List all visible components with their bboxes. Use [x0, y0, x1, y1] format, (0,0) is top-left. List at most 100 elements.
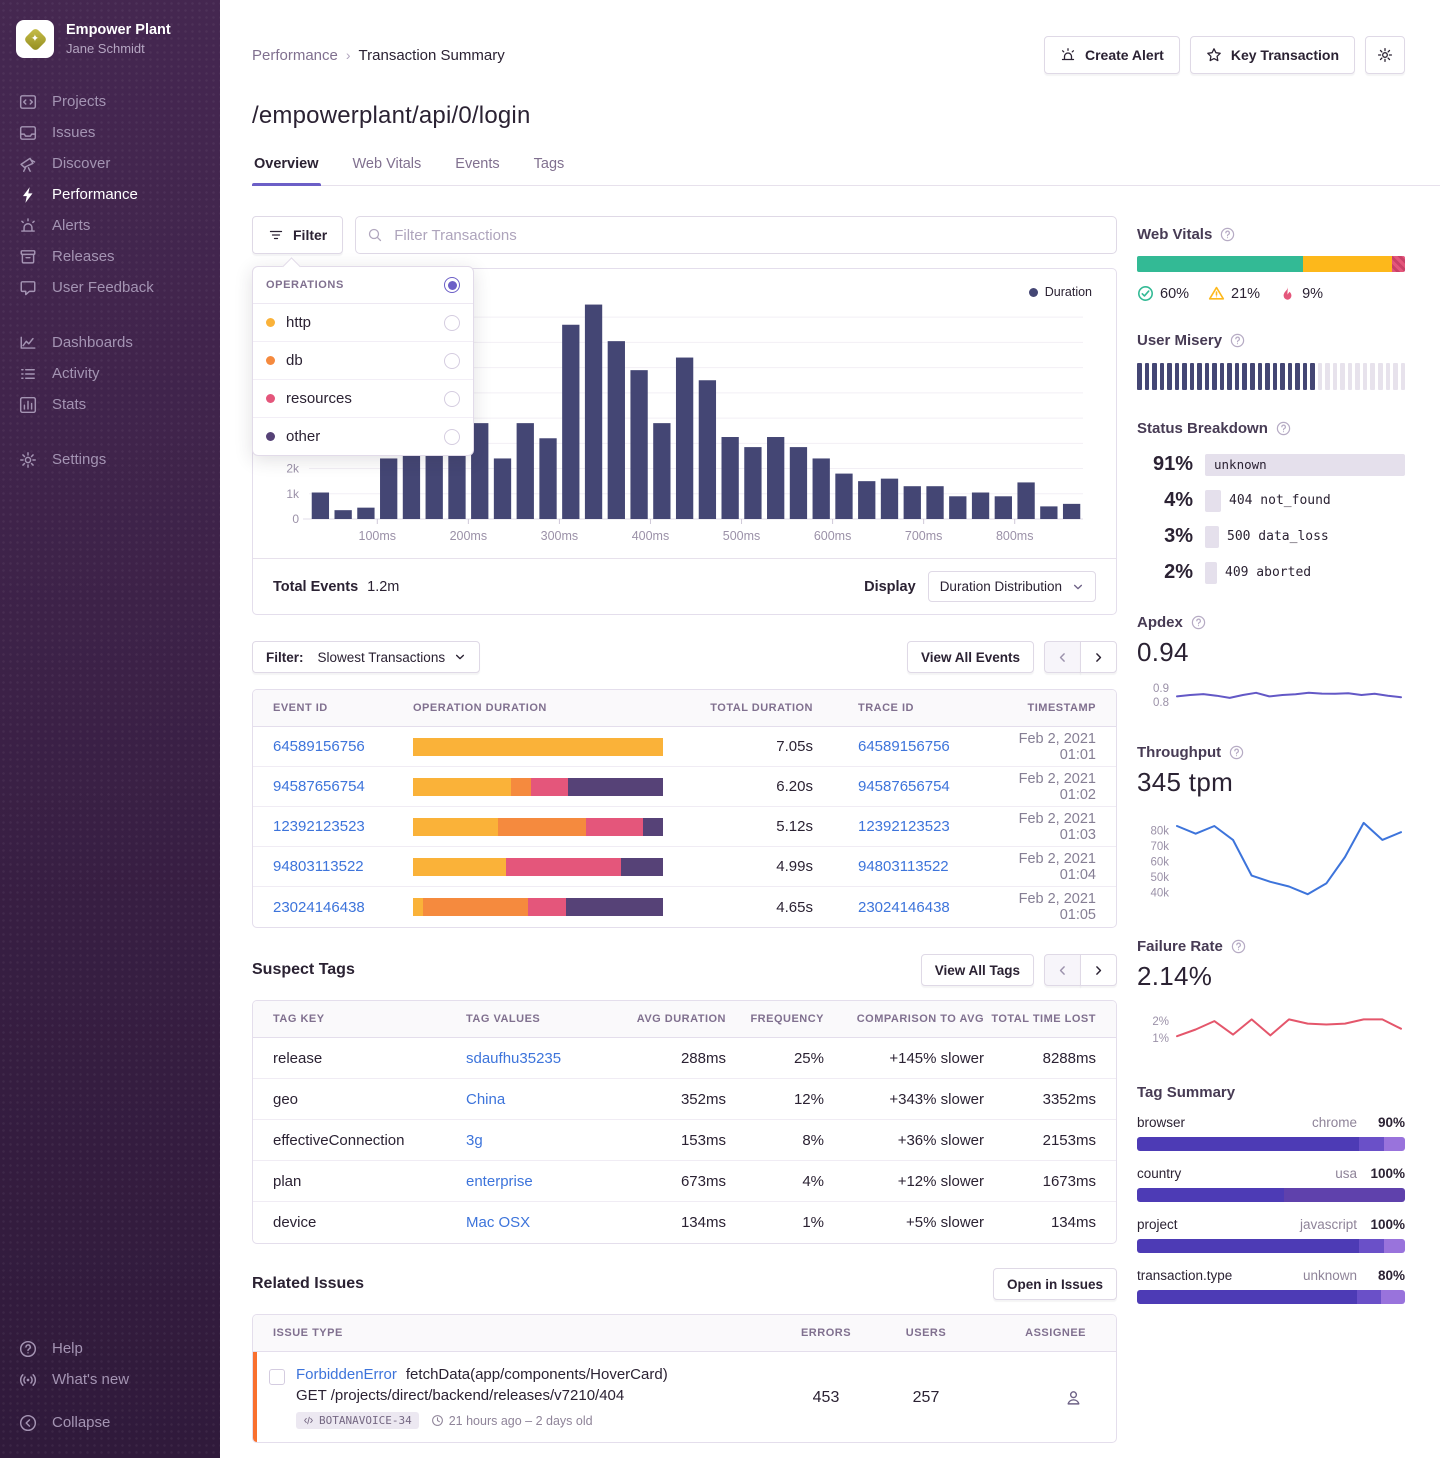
- tag-value-link[interactable]: enterprise: [466, 1173, 533, 1190]
- siren-icon: [1060, 47, 1076, 63]
- search-input[interactable]: [355, 216, 1117, 254]
- tag-value-link[interactable]: China: [466, 1091, 505, 1108]
- whats-new-icon: [19, 1371, 37, 1389]
- question-circle-icon[interactable]: [1191, 615, 1206, 630]
- question-circle-icon[interactable]: [1230, 333, 1245, 348]
- sidebar-item-settings[interactable]: Settings: [0, 444, 220, 475]
- trace-id-link[interactable]: 94803113522: [858, 858, 949, 875]
- operations-all-radio[interactable]: [444, 277, 460, 293]
- open-in-issues-button[interactable]: Open in Issues: [993, 1268, 1117, 1300]
- operations-dropdown-header[interactable]: OPERATIONS: [253, 267, 473, 304]
- issue-checkbox[interactable]: [269, 1369, 285, 1385]
- event-id-link[interactable]: 94587656754: [273, 778, 413, 795]
- sidebar-item-collapse[interactable]: Collapse: [0, 1407, 220, 1438]
- op-segment-db: [511, 778, 531, 796]
- sidebar-item-stats[interactable]: Stats: [0, 389, 220, 420]
- event-timestamp: Feb 2, 2021 01:02: [1003, 771, 1096, 803]
- trace-id-cell: 12392123523: [813, 818, 1003, 835]
- user-misery-segment: [1250, 363, 1255, 390]
- question-circle-icon[interactable]: [1276, 421, 1291, 436]
- operation-duration-cell: [413, 898, 663, 916]
- sidebar-item-releases[interactable]: Releases: [0, 241, 220, 272]
- sidebar-item-activity[interactable]: Activity: [0, 358, 220, 389]
- settings-button[interactable]: [1365, 36, 1405, 74]
- web-vitals-segment: [1392, 256, 1405, 272]
- sidebar-item-discover[interactable]: Discover: [0, 148, 220, 179]
- http-color-dot-icon: [266, 318, 275, 327]
- sidebar-item-performance[interactable]: Performance: [0, 179, 220, 210]
- tag-value-cell: sdaufhu35235: [466, 1050, 619, 1067]
- user-icon[interactable]: [1065, 1389, 1082, 1406]
- tag-frequency: 8%: [726, 1132, 824, 1149]
- tab-web-vitals[interactable]: Web Vitals: [351, 156, 424, 185]
- apdex-value: 0.94: [1137, 637, 1405, 668]
- tags-prev-button[interactable]: [1044, 954, 1081, 986]
- operation-option-http[interactable]: http: [253, 304, 473, 342]
- question-circle-icon[interactable]: [1231, 939, 1246, 954]
- sidebar-item-dashboards[interactable]: Dashboards: [0, 327, 220, 358]
- question-circle-icon[interactable]: [1229, 745, 1244, 760]
- operation-option-other[interactable]: other: [253, 418, 473, 455]
- status-breakdown-heading: Status Breakdown: [1137, 420, 1268, 437]
- tag-value-link[interactable]: Mac OSX: [466, 1214, 530, 1231]
- operation-radio[interactable]: [444, 391, 460, 407]
- total-duration: 6.20s: [663, 778, 813, 795]
- tags-column-tag-values: TAG VALUES: [466, 1013, 619, 1025]
- events-next-button[interactable]: [1080, 641, 1117, 673]
- filter-button[interactable]: Filter: [252, 216, 343, 254]
- operation-radio[interactable]: [444, 353, 460, 369]
- trace-id-link[interactable]: 23024146438: [858, 899, 950, 916]
- operation-radio[interactable]: [444, 429, 460, 445]
- sidebar-item-help[interactable]: Help: [0, 1333, 220, 1364]
- user-misery-segment: [1145, 363, 1150, 390]
- tags-next-button[interactable]: [1080, 954, 1117, 986]
- key-transaction-button[interactable]: Key Transaction: [1190, 36, 1355, 74]
- event-row: 948031135224.99s94803113522Feb 2, 2021 0…: [253, 847, 1116, 887]
- tag-summary-value: usa: [1335, 1166, 1357, 1181]
- issues-column-errors: ERRORS: [776, 1327, 876, 1339]
- event-id-link[interactable]: 12392123523: [273, 818, 413, 835]
- create-alert-button[interactable]: Create Alert: [1044, 36, 1180, 74]
- trace-id-cell: 23024146438: [813, 899, 1003, 916]
- event-timestamp: Feb 2, 2021 01:01: [1003, 731, 1096, 763]
- tab-events[interactable]: Events: [453, 156, 501, 185]
- event-id-link[interactable]: 64589156756: [273, 738, 413, 755]
- operation-radio[interactable]: [444, 315, 460, 331]
- user-misery-segment: [1295, 363, 1300, 390]
- tag-summary-bar: [1137, 1239, 1405, 1253]
- sidebar-item-what-s-new[interactable]: What's new: [0, 1364, 220, 1395]
- event-id-link[interactable]: 23024146438: [273, 899, 413, 916]
- status-label: 404 not_found: [1229, 493, 1331, 508]
- view-all-events-button[interactable]: View All Events: [907, 641, 1034, 673]
- sidebar-item-issues[interactable]: Issues: [0, 117, 220, 148]
- tag-value-link[interactable]: 3g: [466, 1132, 483, 1149]
- org-switcher[interactable]: Empower Plant Jane Schmidt: [0, 16, 220, 86]
- topbar: Performance › Transaction Summary Create…: [252, 0, 1440, 74]
- operation-option-db[interactable]: db: [253, 342, 473, 380]
- tag-value-link[interactable]: sdaufhu35235: [466, 1050, 561, 1067]
- tags-column-frequency: FREQUENCY: [726, 1013, 824, 1025]
- sidebar-item-projects[interactable]: Projects: [0, 86, 220, 117]
- question-circle-icon[interactable]: [1220, 227, 1235, 242]
- event-id-link[interactable]: 94803113522: [273, 858, 413, 875]
- trace-id-link[interactable]: 94587656754: [858, 778, 950, 795]
- status-row-data-loss: 3%500 data_loss: [1137, 525, 1405, 548]
- tag-time-lost: 1673ms: [984, 1173, 1096, 1190]
- sidebar-item-user-feedback[interactable]: User Feedback: [0, 272, 220, 303]
- issue-error-type-link[interactable]: ForbiddenError: [296, 1366, 397, 1383]
- status-label: 409 aborted: [1225, 565, 1311, 580]
- sidebar-item-alerts[interactable]: Alerts: [0, 210, 220, 241]
- view-all-tags-button[interactable]: View All Tags: [921, 954, 1034, 986]
- tab-overview[interactable]: Overview: [252, 156, 321, 185]
- user-misery-segment: [1190, 363, 1195, 390]
- events-prev-button[interactable]: [1044, 641, 1081, 673]
- events-filter-select[interactable]: Filter: Slowest Transactions: [252, 641, 480, 673]
- trace-id-link[interactable]: 64589156756: [858, 738, 950, 755]
- tab-tags[interactable]: Tags: [532, 156, 567, 185]
- failure-rate-heading: Failure Rate: [1137, 938, 1223, 955]
- tag-summary-segment: [1137, 1188, 1284, 1202]
- trace-id-link[interactable]: 12392123523: [858, 818, 950, 835]
- display-select[interactable]: Duration Distribution: [928, 571, 1096, 602]
- breadcrumb-parent[interactable]: Performance: [252, 47, 338, 64]
- operation-option-resources[interactable]: resources: [253, 380, 473, 418]
